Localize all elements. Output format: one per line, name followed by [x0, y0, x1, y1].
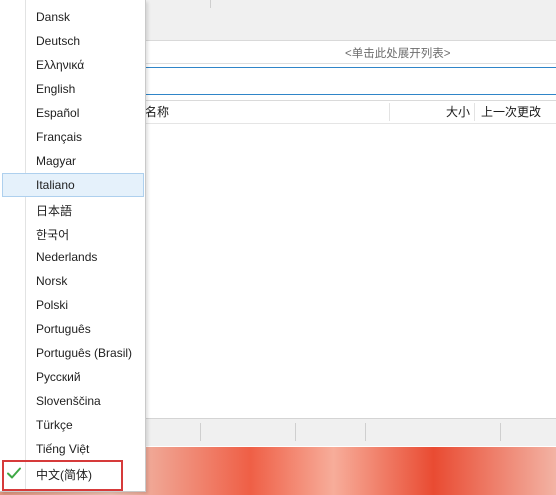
menu-item-language[interactable]: Slovenščina — [2, 389, 144, 413]
language-menu: Dansk Deutsch Ελληνικά English Español França… — [0, 0, 146, 492]
menu-item-language[interactable]: Tiếng Việt — [2, 437, 144, 461]
menu-item-language[interactable]: Português (Brasil) — [2, 341, 144, 365]
menu-item-label: Español — [36, 106, 80, 120]
column-header-modified[interactable]: 上一次更改 — [481, 101, 541, 123]
menu-item-label: Русский — [36, 370, 81, 384]
menu-item-language[interactable]: Magyar — [2, 149, 144, 173]
annotation-highlight-box — [2, 460, 123, 491]
column-header-size[interactable]: 大小 — [446, 101, 470, 123]
status-separator — [295, 423, 296, 441]
menu-item-label: Ελληνικά — [36, 58, 85, 72]
menu-item-language[interactable]: Deutsch — [2, 29, 144, 53]
menu-item-label: Italiano — [36, 178, 75, 192]
menu-item-label: Türkçe — [36, 418, 73, 432]
menu-item-label: Dansk — [36, 10, 71, 24]
file-list[interactable] — [145, 124, 556, 419]
column-separator[interactable] — [474, 103, 475, 121]
menu-item-language[interactable]: Русский — [2, 365, 144, 389]
menu-item-label: Slovenščina — [36, 394, 101, 408]
column-separator[interactable] — [389, 103, 390, 121]
menu-item-language[interactable]: Italiano — [2, 173, 144, 197]
menu-item-label: Português (Brasil) — [36, 346, 133, 360]
menu-item-label: Nederlands — [36, 250, 98, 264]
toolbar-divider — [210, 0, 211, 8]
expand-list-link[interactable]: <单击此处展开列表> — [345, 45, 450, 61]
menu-item-language[interactable]: Norsk — [2, 269, 144, 293]
menu-item-language[interactable]: Português — [2, 317, 144, 341]
menu-item-language[interactable]: Ελληνικά — [2, 53, 144, 77]
menu-item-label: Deutsch — [36, 34, 81, 48]
menu-item-language[interactable]: Türkçe — [2, 413, 144, 437]
file-list-header: 名称 大小 上一次更改 — [145, 100, 556, 124]
menu-item-language[interactable]: Dansk — [2, 5, 144, 29]
menu-item-label: 日本語 — [36, 204, 73, 218]
status-bar — [145, 418, 556, 446]
status-separator — [200, 423, 201, 441]
menu-item-language[interactable]: Polski — [2, 293, 144, 317]
status-separator — [365, 423, 366, 441]
menu-item-label: Polski — [36, 298, 69, 312]
menu-item-language[interactable]: 한국어 — [2, 221, 144, 245]
menu-item-label: Português — [36, 322, 91, 336]
menu-item-language[interactable]: Español — [2, 101, 144, 125]
path-input[interactable] — [145, 67, 556, 95]
menu-item-language[interactable]: Français — [2, 125, 144, 149]
menu-item-label: English — [36, 82, 76, 96]
menu-item-language[interactable]: English — [2, 77, 144, 101]
menu-item-language[interactable]: Nederlands — [2, 245, 144, 269]
menu-item-label: Magyar — [36, 154, 77, 168]
column-header-name[interactable]: 名称 — [145, 101, 169, 123]
menu-item-label: Français — [36, 130, 83, 144]
menu-item-language[interactable]: 日本語 — [2, 197, 144, 221]
screen: <单击此处展开列表> 名称 大小 上一次更改 Dansk Deutsch Ελλην… — [0, 0, 556, 495]
menu-item-label: Norsk — [36, 274, 68, 288]
menu-item-label: Tiếng Việt — [36, 442, 90, 456]
status-separator — [500, 423, 501, 441]
menu-item-label: 한국어 — [36, 228, 70, 242]
expand-list-bar[interactable]: <单击此处展开列表> — [145, 41, 556, 64]
